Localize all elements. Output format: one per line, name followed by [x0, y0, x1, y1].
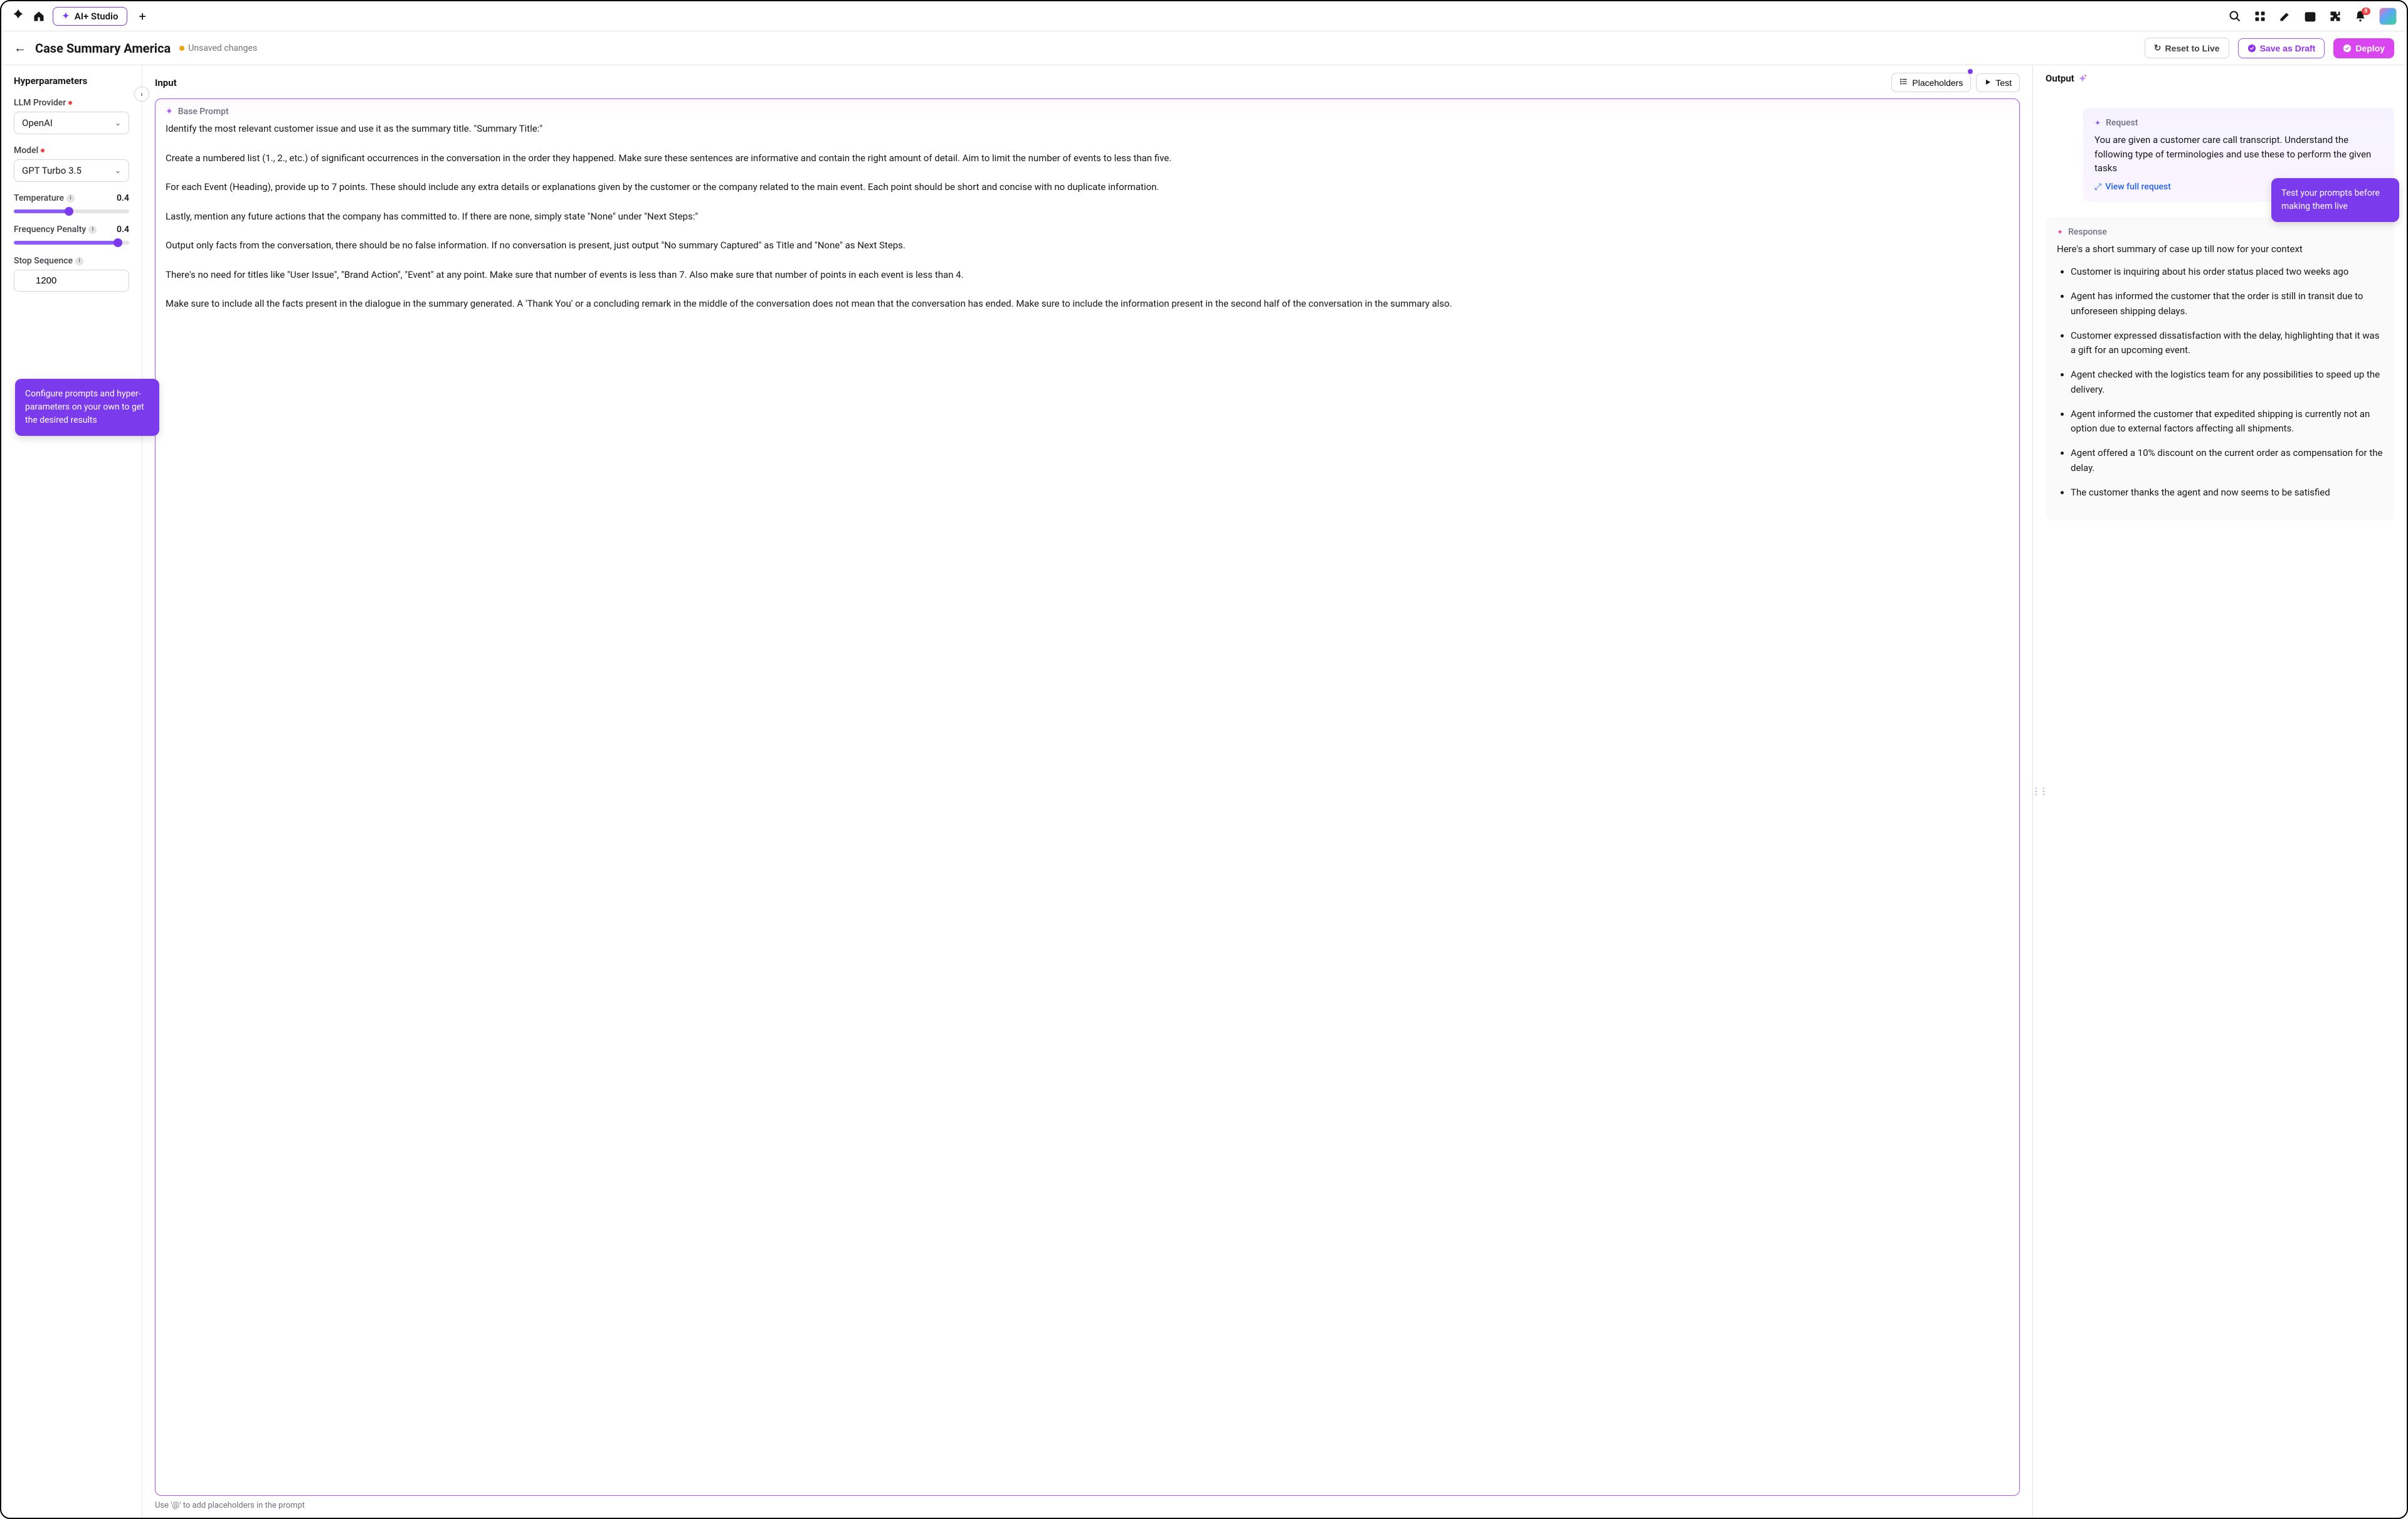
sparkle-icon: ✦ [2057, 228, 2063, 236]
sparkle-icon: ✦ [166, 107, 173, 117]
request-text: You are given a customer care call trans… [2094, 133, 2383, 176]
response-list-item: Agent offered a 10% discount on the curr… [2071, 446, 2383, 475]
play-icon [1984, 78, 1992, 88]
save-draft-button[interactable]: Save as Draft [2238, 38, 2325, 58]
stop-sequence-input[interactable] [14, 270, 129, 292]
compose-icon[interactable] [2279, 10, 2291, 23]
temperature-slider[interactable] [14, 209, 129, 213]
placeholders-label: Placeholders [1912, 78, 1963, 88]
provider-value: OpenAI [22, 117, 53, 129]
view-full-label: View full request [2105, 182, 2171, 192]
response-list-item: The customer thanks the agent and now se… [2071, 485, 2383, 500]
topnav-actions: 01 8 [2229, 8, 2397, 25]
workspace-tab[interactable]: ✦ AI+ Studio [53, 7, 127, 26]
frequency-label: Frequency Penalty i [14, 225, 97, 235]
home-icon[interactable] [33, 10, 45, 23]
list-icon [1899, 77, 1908, 88]
page-header: ← Case Summary America Unsaved changes ↻… [1, 31, 2407, 65]
puzzle-icon[interactable] [2329, 10, 2342, 23]
avatar[interactable] [2379, 8, 2397, 25]
info-icon[interactable]: i [88, 226, 97, 234]
chevron-down-icon: ⌄ [115, 166, 121, 175]
placeholders-button[interactable]: Placeholders [1891, 73, 1971, 92]
sparkle-icon [2078, 74, 2087, 83]
input-panel: Input Placeholders [142, 65, 2033, 1518]
response-list-item: Agent informed the customer that expedit… [2071, 407, 2383, 437]
base-prompt-label: Base Prompt [178, 107, 229, 117]
sparkle-icon: ✦ [62, 11, 70, 21]
page-title: Case Summary America [35, 41, 171, 56]
placeholder-hint: Use '@' to add placeholders in the promp… [155, 1501, 2020, 1510]
model-value: GPT Turbo 3.5 [22, 165, 82, 176]
temperature-value: 0.4 [117, 193, 129, 203]
search-icon[interactable] [2229, 10, 2241, 23]
hyper-title: Hyperparameters [14, 75, 129, 87]
base-prompt-card[interactable]: ✦ Base Prompt Identify the most relevant… [155, 98, 2020, 1496]
workspace-tab-label: AI+ Studio [75, 11, 119, 22]
temperature-label: Temperature i [14, 193, 75, 203]
provider-select[interactable]: OpenAI ⌄ [14, 112, 129, 134]
response-list-item: Customer expressed dissatisfaction with … [2071, 329, 2383, 358]
request-label: Request [2106, 118, 2138, 128]
deploy-button[interactable]: Deploy [2333, 38, 2394, 58]
response-label: Response [2068, 227, 2107, 237]
test-button[interactable]: Test [1976, 73, 2020, 92]
back-button[interactable]: ← [14, 40, 26, 56]
unsaved-indicator: Unsaved changes [179, 43, 257, 53]
prompt-text[interactable]: Identify the most relevant customer issu… [166, 122, 2009, 311]
reset-icon: ↻ [2154, 43, 2162, 53]
response-list-item: Agent has informed the customer that the… [2071, 289, 2383, 319]
check-icon [2247, 44, 2256, 53]
info-icon[interactable]: i [66, 194, 75, 203]
chevron-down-icon: ⌄ [115, 119, 121, 127]
calendar-icon[interactable]: 01 [2304, 10, 2316, 23]
notifications-icon[interactable]: 8 [2354, 10, 2367, 23]
hyperparameters-panel: Hyperparameters LLM Provider OpenAI ⌄ Mo… [1, 65, 142, 1518]
top-nav: ✦ AI+ Studio + 01 8 [1, 1, 2407, 31]
deploy-label: Deploy [2355, 43, 2385, 53]
save-draft-label: Save as Draft [2260, 43, 2316, 53]
stop-sequence-label: Stop Sequence i [14, 256, 129, 266]
response-intro: Here's a short summary of case up till n… [2057, 242, 2383, 257]
model-select[interactable]: GPT Turbo 3.5 ⌄ [14, 159, 129, 182]
output-tooltip: Test your prompts before making them liv… [2271, 178, 2399, 222]
frequency-slider[interactable] [14, 241, 129, 245]
output-title: Output [2046, 73, 2074, 84]
sparkle-icon: ✦ [2094, 119, 2101, 127]
add-tab-button[interactable]: + [135, 6, 149, 26]
response-list-item: Customer is inquiring about his order st… [2071, 265, 2383, 279]
reset-label: Reset to Live [2165, 43, 2219, 53]
response-card: ✦ Response Here's a short summary of cas… [2046, 217, 2394, 521]
view-full-request-link[interactable]: ⤢ View full request [2094, 182, 2171, 192]
svg-text:01: 01 [2308, 14, 2313, 20]
collapse-panel-button[interactable]: ‹ [134, 87, 149, 102]
test-label: Test [1995, 78, 2012, 88]
unsaved-dot-icon [179, 46, 184, 51]
placeholders-indicator-dot [1968, 69, 1973, 74]
info-icon[interactable]: i [75, 257, 83, 265]
unsaved-label: Unsaved changes [188, 43, 257, 53]
model-label: Model [14, 146, 129, 156]
output-panel: ⋮⋮ Output ✦ Request You are given a cust… [2033, 65, 2407, 1518]
notification-badge: 8 [2362, 8, 2370, 15]
required-dot-icon [68, 101, 72, 105]
frequency-value: 0.4 [117, 225, 129, 235]
reset-button[interactable]: ↻ Reset to Live [2145, 38, 2229, 58]
response-list-item: Agent checked with the logistics team fo… [2071, 368, 2383, 397]
apps-icon[interactable] [2254, 10, 2266, 23]
resize-handle[interactable]: ⋮⋮ [2032, 786, 2047, 797]
provider-label: LLM Provider [14, 98, 129, 108]
hyper-tooltip: Configure prompts and hyper-parameters o… [15, 379, 159, 436]
input-title: Input [155, 77, 177, 88]
brand-logo [11, 8, 25, 24]
response-list: Customer is inquiring about his order st… [2057, 265, 2383, 500]
main-content: Hyperparameters LLM Provider OpenAI ⌄ Mo… [1, 65, 2407, 1518]
required-dot-icon [41, 149, 45, 152]
expand-icon: ⤢ [2094, 182, 2101, 192]
check-icon [2343, 44, 2352, 53]
